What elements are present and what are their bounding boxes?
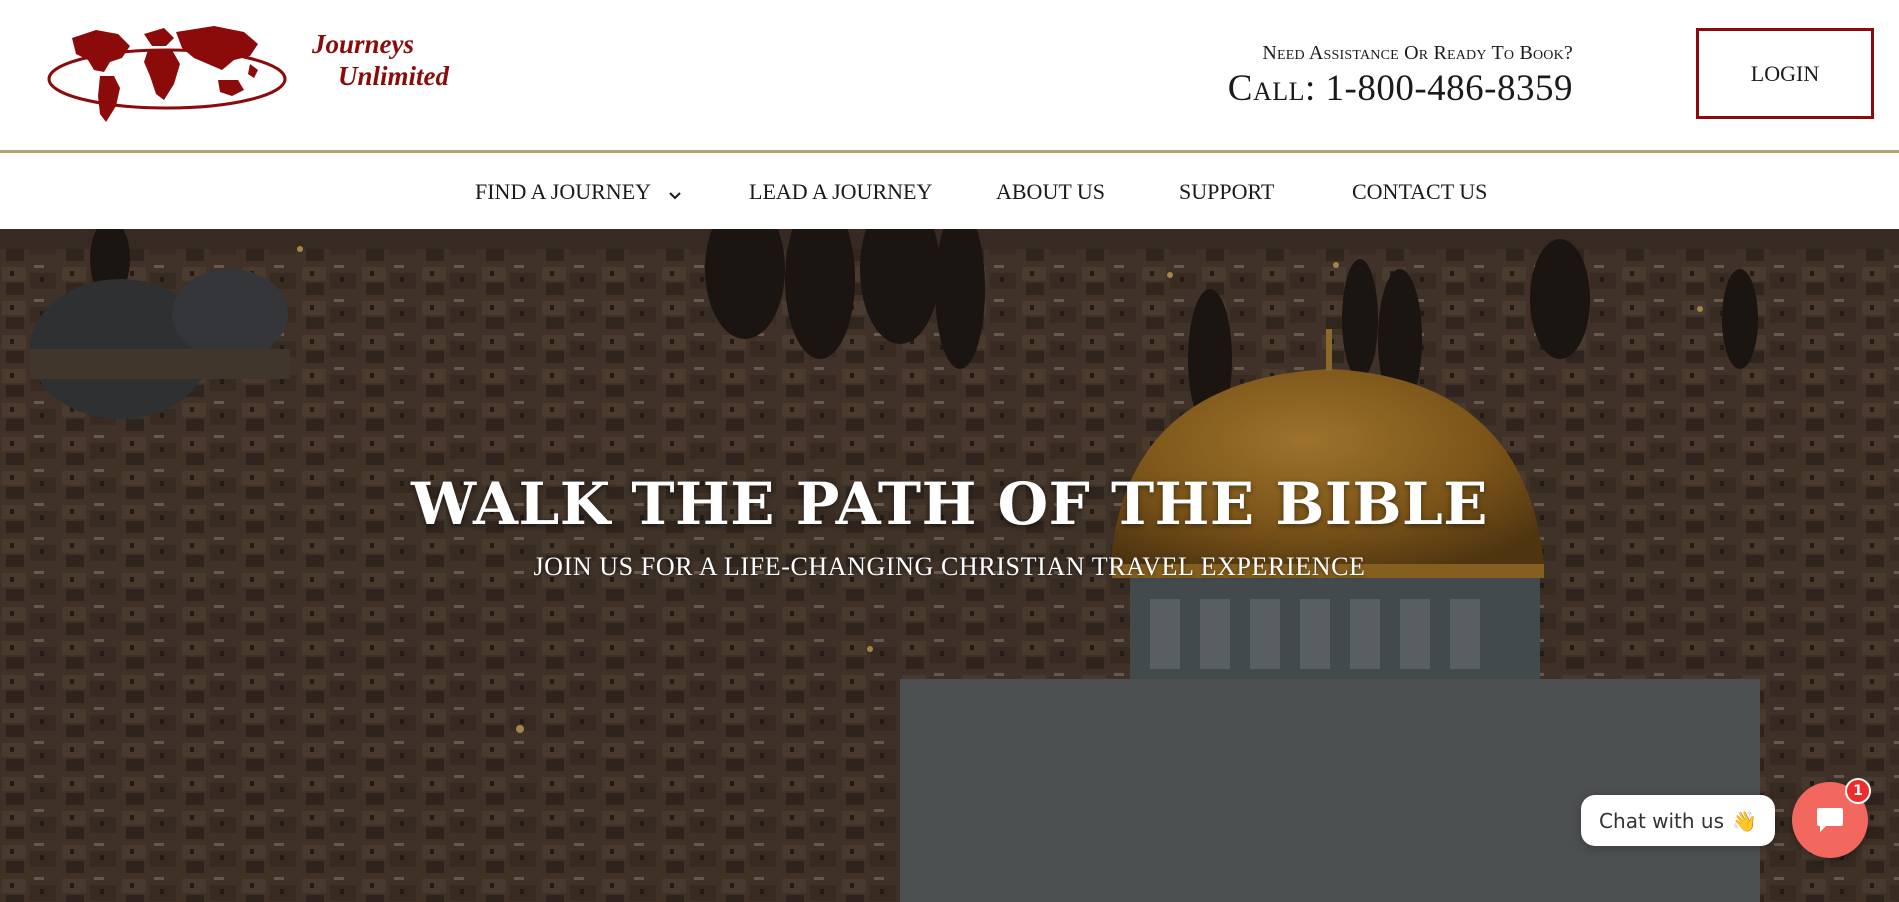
hero-subtitle: JOIN US FOR A LIFE-CHANGING CHRISTIAN TR… (533, 552, 1366, 581)
site-logo[interactable]: Journeys Unlimited (44, 24, 449, 126)
main-nav: FIND A JOURNEY LEAD A JOURNEY ABOUT US S… (0, 153, 1899, 229)
chat-with-us-button[interactable]: Chat with us 👋 (1581, 795, 1775, 846)
login-button[interactable]: LOGIN (1696, 28, 1874, 119)
assistance-text: Need Assistance Or Ready To Book? (1262, 42, 1573, 64)
nav-lead-a-journey[interactable]: LEAD A JOURNEY (749, 179, 932, 205)
globe-logo-icon (47, 26, 287, 122)
logo-wordmark: Journeys Unlimited (294, 28, 449, 92)
nav-item-label: LEAD A JOURNEY (749, 179, 933, 204)
nav-contact-us[interactable]: CONTACT US (1352, 179, 1487, 205)
waving-hand-icon: 👋 (1732, 808, 1757, 833)
phone-number[interactable]: Call: 1-800-486-8359 (1228, 67, 1573, 110)
chat-label: Chat with us (1599, 808, 1725, 833)
nav-item-label: SUPPORT (1179, 179, 1275, 204)
nav-find-a-journey[interactable]: FIND A JOURNEY (475, 179, 682, 207)
unread-badge: 1 (1845, 778, 1871, 804)
contact-info: Need Assistance Or Ready To Book? Call: … (1228, 42, 1573, 110)
chevron-down-icon (668, 181, 682, 207)
nav-item-label: ABOUT US (996, 179, 1106, 204)
nav-support[interactable]: SUPPORT (1179, 179, 1274, 205)
nav-about-us[interactable]: ABOUT US (996, 179, 1105, 205)
nav-item-label: FIND A JOURNEY (475, 179, 651, 204)
nav-item-label: CONTACT US (1352, 179, 1488, 204)
chat-bubble-icon (1817, 808, 1843, 832)
logo-line-1: Journeys (312, 29, 415, 59)
logo-line-2: Unlimited (338, 61, 450, 91)
hero-title: WALK THE PATH OF THE BIBLE (411, 470, 1488, 538)
site-header: Journeys Unlimited Need Assistance Or Re… (0, 0, 1899, 153)
